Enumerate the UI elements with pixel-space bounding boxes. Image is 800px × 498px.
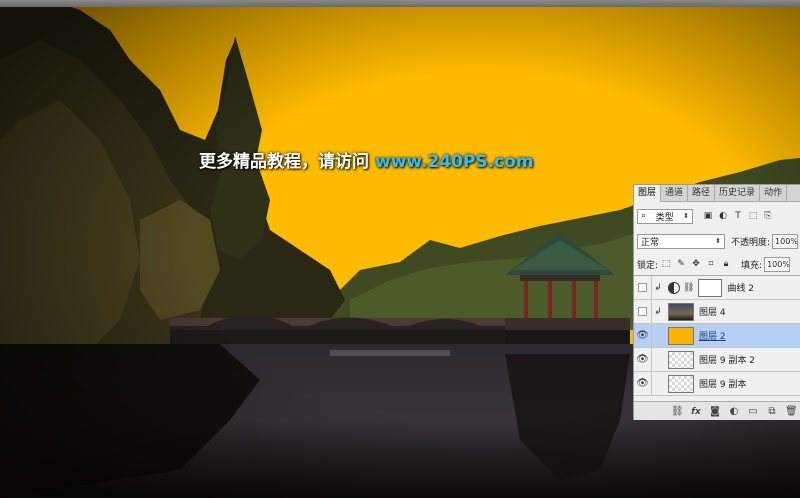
trash-icon[interactable]: 🗑︎ [785, 406, 798, 417]
eye-icon: 👁︎ [636, 378, 649, 389]
image-filter-icon[interactable]: ▣ [703, 211, 713, 221]
filter-kind-dropdown[interactable]: ⌕ 类型 ⬍ [637, 208, 693, 224]
layer-9-copy[interactable]: 👁︎ 图层 9 副本 [634, 371, 800, 396]
layer-name: 图层 9 副本 2 [699, 356, 756, 366]
group-folder-icon[interactable]: ▭ [747, 406, 759, 417]
eye-icon: 👁︎ [636, 354, 649, 365]
filter-row: ⌕ 类型 ⬍ ▣ ◐ T ⬚ ⎘ [634, 207, 800, 225]
visibility-toggle[interactable] [634, 299, 652, 324]
lock-brush-icon[interactable]: ✎ [676, 259, 686, 269]
blend-mode-value: 正常 [641, 237, 660, 248]
layer-thumbnail[interactable] [668, 350, 694, 369]
clip-arrow-icon: ↲ [654, 282, 662, 293]
layer-2[interactable]: 👁︎ 图层 2 [634, 323, 800, 348]
mask-icon[interactable]: ◙ [709, 406, 721, 417]
layer-thumbnail[interactable] [668, 326, 694, 345]
lock-artboard-icon[interactable]: ⌗ [706, 259, 716, 269]
opacity-field[interactable]: 100% [772, 233, 799, 249]
layer-4[interactable]: ↲ 图层 4 [634, 299, 800, 324]
panel-tabs: 图层 通道 路径 历史记录 动作 [634, 185, 800, 202]
visibility-toggle[interactable]: 👁︎ [634, 323, 652, 348]
fill-field[interactable]: 100% [764, 256, 791, 272]
blend-mode-dropdown[interactable]: 正常 ⬍ [637, 233, 725, 249]
layer-name: 图层 9 副本 [699, 380, 747, 390]
watermark-text: 更多精品教程，请访问 www.240PS.com [199, 147, 534, 172]
search-icon: ⌕ [641, 211, 647, 221]
filter-kind-label: 类型 [655, 212, 674, 223]
tab-layers[interactable]: 图层 [634, 185, 662, 202]
layer-name: 图层 2 [699, 332, 726, 342]
lock-transparent-icon[interactable]: ⬚ [661, 259, 671, 269]
tab-paths[interactable]: 路径 [688, 185, 716, 202]
layer-9-copy-2[interactable]: 👁︎ 图层 9 副本 2 [634, 347, 800, 372]
visibility-toggle[interactable] [634, 275, 652, 300]
layer-thumbnail[interactable] [668, 374, 694, 393]
visibility-toggle[interactable]: 👁︎ [634, 371, 652, 396]
shape-filter-icon[interactable]: ⬚ [748, 211, 758, 221]
tab-actions[interactable]: 动作 [760, 185, 788, 202]
type-filter-icon[interactable]: T [733, 211, 743, 221]
window-top-bar [0, 0, 800, 7]
layer-curves-2[interactable]: ↲ ⛓ 曲线 2 [634, 275, 800, 300]
lock-move-icon[interactable]: ✥ [691, 259, 701, 269]
tab-history[interactable]: 历史记录 [715, 185, 761, 202]
lock-all-icon[interactable]: 🔒︎ [721, 259, 731, 269]
panel-bottom-bar: ⛓ fx ◙ ◐ ▭ ⧉ 🗑︎ [634, 401, 800, 420]
fx-icon[interactable]: fx [690, 407, 702, 417]
chevron-down-icon: ⬍ [715, 237, 721, 245]
adjustment-icon[interactable]: ◐ [728, 406, 740, 417]
lock-row: 锁定: ⬚ ✎ ✥ ⌗ 🔒︎ 填充: 100% [634, 256, 800, 272]
link-icon[interactable]: ⛓ [671, 406, 684, 417]
watermark-chinese: 更多精品教程，请访问 [199, 152, 369, 172]
opacity-label: 不透明度: [731, 237, 771, 248]
hidden-box-icon [638, 307, 647, 316]
smart-object-filter-icon[interactable]: ⎘ [763, 211, 773, 221]
blend-row: 正常 ⬍ 不透明度: 100% [634, 233, 800, 249]
lock-label: 锁定: [637, 260, 659, 271]
layers-panel: 图层 通道 路径 历史记录 动作 ⌕ 类型 ⬍ ▣ ◐ T ⬚ ⎘ 正常 ⬍ 不… [633, 184, 800, 420]
clip-arrow-icon: ↲ [654, 306, 662, 317]
new-layer-icon[interactable]: ⧉ [766, 406, 778, 417]
hidden-box-icon [638, 283, 647, 292]
visibility-toggle[interactable]: 👁︎ [634, 347, 652, 372]
layer-name: 曲线 2 [727, 284, 755, 294]
adjustment-filter-icon[interactable]: ◐ [718, 211, 728, 221]
eye-icon: 👁︎ [636, 330, 649, 341]
layer-thumbnail[interactable] [668, 302, 694, 321]
curves-adjustment-icon [668, 281, 680, 294]
link-icon: ⛓ [683, 282, 695, 293]
layers-list: ↲ ⛓ 曲线 2 ↲ 图层 4 👁︎ 图层 2 👁︎ 图层 9 副本 2 👁︎ [634, 275, 800, 405]
fill-label: 填充: [741, 260, 763, 271]
layer-name: 图层 4 [699, 308, 726, 318]
layer-mask-thumbnail[interactable] [698, 278, 723, 297]
chevron-down-icon: ⬍ [683, 212, 689, 220]
tab-channels[interactable]: 通道 [661, 185, 689, 202]
watermark-url: www.240PS.com [375, 152, 534, 172]
